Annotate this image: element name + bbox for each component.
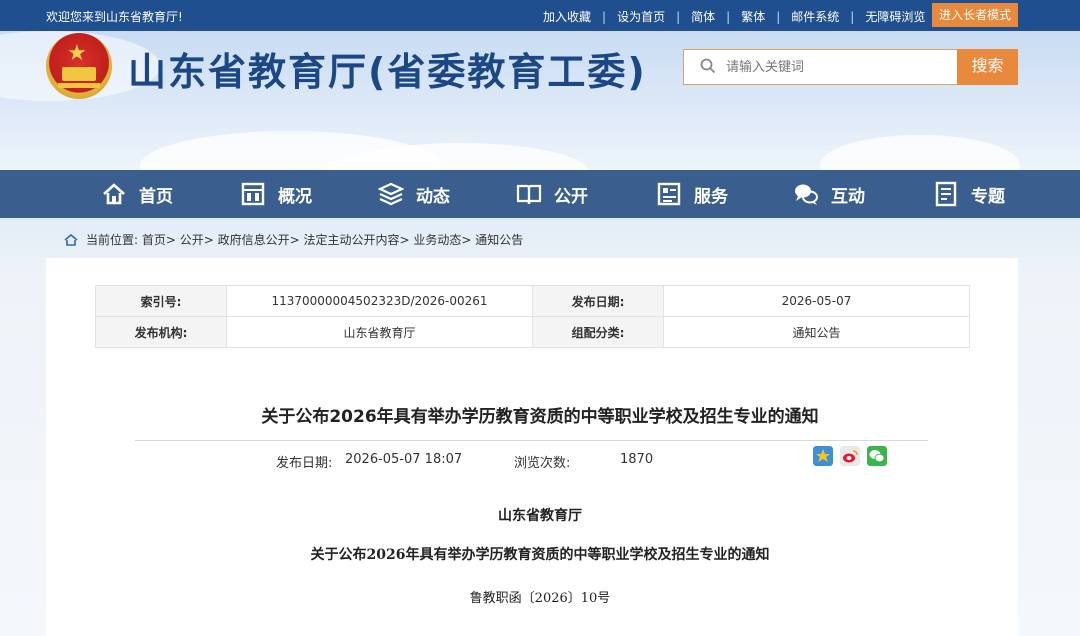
search-input[interactable] bbox=[726, 56, 946, 78]
breadcrumb: 当前位置: 首页> 公开> 政府信息公开> 法定主动公开内容> 业务动态> 通知… bbox=[64, 231, 523, 248]
separator: | bbox=[726, 9, 731, 24]
top-bar: 欢迎您来到山东省教育厅! 加入收藏 | 设为首页 | 简体 | 繁体 | 邮件系… bbox=[0, 0, 1080, 31]
nav-item-public[interactable]: 公开 bbox=[516, 170, 588, 218]
main-nav: 首页 概况 动态 公开 服务 互动 专题 bbox=[0, 170, 1080, 218]
qzone-share-icon[interactable] bbox=[813, 446, 833, 466]
set-homepage-link[interactable]: 设为首页 bbox=[617, 8, 665, 25]
org-label: 发布机构: bbox=[95, 316, 227, 348]
divider bbox=[135, 440, 928, 441]
org-value: 山东省教育厅 bbox=[226, 316, 533, 348]
breadcrumb-text[interactable]: 当前位置: 首页> 公开> 政府信息公开> 法定主动公开内容> 业务动态> 通知… bbox=[86, 231, 523, 248]
nav-label: 专题 bbox=[971, 186, 1005, 207]
wechat-share-icon[interactable] bbox=[867, 446, 887, 466]
separator: | bbox=[850, 9, 855, 24]
nav-item-topics[interactable]: 专题 bbox=[933, 170, 1005, 218]
welcome-text: 欢迎您来到山东省教育厅! bbox=[46, 10, 183, 24]
nav-item-home[interactable]: 首页 bbox=[101, 170, 173, 218]
search-button[interactable]: 搜索 bbox=[957, 49, 1018, 85]
nav-item-service[interactable]: 服务 bbox=[656, 170, 728, 218]
search-box bbox=[683, 49, 958, 85]
top-links: 加入收藏 | 设为首页 | 简体 | 繁体 | 邮件系统 | 无障碍浏览 bbox=[543, 8, 925, 25]
mail-system-link[interactable]: 邮件系统 bbox=[791, 8, 839, 25]
category-value: 通知公告 bbox=[663, 316, 970, 348]
elder-mode-button[interactable]: 进入长者模式 bbox=[932, 3, 1018, 27]
article-subtitle: 关于公布2026年具有举办学历教育资质的中等职业学校及招生专业的通知 bbox=[310, 547, 770, 563]
document-icon bbox=[935, 181, 957, 207]
cloud-decoration bbox=[820, 135, 1020, 170]
category-label: 组配分类: bbox=[532, 316, 664, 348]
nav-label: 首页 bbox=[139, 186, 173, 207]
nav-label: 动态 bbox=[416, 186, 450, 207]
metadata-table: 索引号: 11370000004502323D/2026-00261 发布日期:… bbox=[95, 285, 970, 348]
article-title: 关于公布2026年具有举办学历教育资质的中等职业学校及招生专业的通知 bbox=[261, 407, 819, 427]
views-label: 浏览次数: bbox=[514, 456, 571, 471]
nav-label: 概况 bbox=[278, 186, 312, 207]
home-icon bbox=[64, 233, 78, 246]
simplified-chinese-link[interactable]: 简体 bbox=[691, 8, 715, 25]
nav-label: 公开 bbox=[554, 186, 588, 207]
accessibility-link[interactable]: 无障碍浏览 bbox=[865, 8, 925, 25]
date-label: 发布日期: bbox=[532, 285, 664, 317]
nav-item-interaction[interactable]: 互动 bbox=[793, 170, 865, 218]
layers-icon bbox=[378, 182, 404, 206]
table-row: 索引号: 11370000004502323D/2026-00261 发布日期:… bbox=[95, 285, 970, 317]
separator: | bbox=[776, 9, 781, 24]
views-count: 1870 bbox=[620, 452, 654, 467]
index-label: 索引号: bbox=[95, 285, 227, 317]
weibo-share-icon[interactable] bbox=[840, 446, 860, 466]
document-number: 鲁教职函〔2026〕10号 bbox=[469, 591, 611, 606]
nav-label: 服务 bbox=[694, 186, 728, 207]
nav-label: 互动 bbox=[831, 186, 865, 207]
issuer-name: 山东省教育厅 bbox=[498, 508, 582, 524]
national-emblem-icon: ★ bbox=[46, 33, 112, 99]
table-row: 发布机构: 山东省教育厅 组配分类: 通知公告 bbox=[95, 316, 970, 348]
home-icon bbox=[103, 183, 125, 205]
building-icon bbox=[241, 182, 265, 206]
traditional-chinese-link[interactable]: 繁体 bbox=[741, 8, 765, 25]
book-icon bbox=[516, 184, 542, 205]
separator: | bbox=[602, 9, 607, 24]
nav-item-overview[interactable]: 概况 bbox=[240, 170, 312, 218]
site-title: 山东省教育厅(省委教育工委) bbox=[128, 50, 647, 94]
nav-item-news[interactable]: 动态 bbox=[378, 170, 450, 218]
add-favorite-link[interactable]: 加入收藏 bbox=[543, 8, 591, 25]
service-icon bbox=[657, 182, 681, 206]
date-value: 2026-05-07 bbox=[663, 285, 970, 317]
search-icon bbox=[700, 58, 716, 74]
separator: | bbox=[676, 9, 681, 24]
pub-date-value: 2026-05-07 18:07 bbox=[345, 452, 463, 467]
index-value: 11370000004502323D/2026-00261 bbox=[226, 285, 533, 317]
chat-icon bbox=[795, 184, 818, 205]
pub-date-label: 发布日期: bbox=[276, 456, 333, 471]
